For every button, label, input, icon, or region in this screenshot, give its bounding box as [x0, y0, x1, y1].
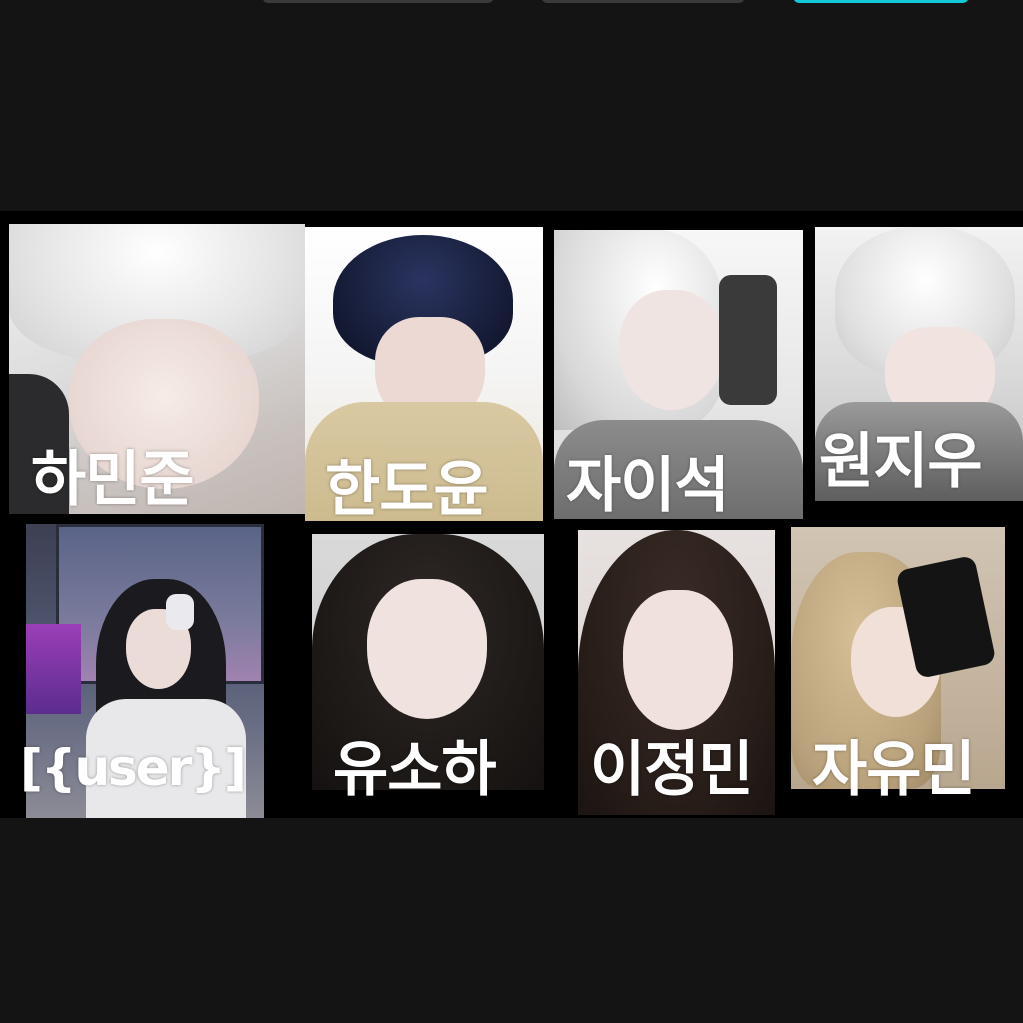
face-shape	[623, 590, 733, 730]
phone-shape	[719, 275, 777, 405]
character-name-7: 이정민	[590, 735, 754, 805]
top-tab-2[interactable]	[541, 0, 745, 3]
character-name-4: 원지우	[819, 427, 983, 497]
monitor-shape	[26, 624, 81, 714]
character-name-1: 하민준	[31, 445, 195, 515]
face-shape	[367, 579, 487, 719]
headphone-shape	[166, 594, 194, 630]
top-tab-1[interactable]	[262, 0, 494, 3]
character-name-2: 한도윤	[325, 455, 489, 525]
character-name-8: 자유민	[812, 735, 976, 805]
top-action-button[interactable]	[793, 0, 969, 3]
face-shape	[619, 290, 724, 410]
character-name-5: [{user}]	[20, 739, 247, 797]
character-name-6: 유소하	[333, 735, 497, 805]
character-name-3: 자이석	[566, 451, 730, 521]
